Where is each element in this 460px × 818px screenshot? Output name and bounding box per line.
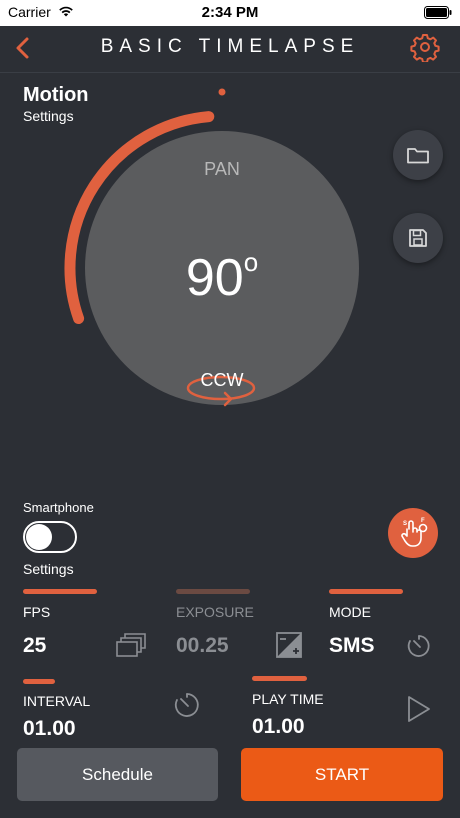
folder-icon bbox=[407, 148, 429, 164]
smartphone-label: Smartphone bbox=[23, 500, 94, 515]
play-icon[interactable] bbox=[406, 695, 432, 723]
status-bar: Carrier 2:34 PM bbox=[0, 0, 460, 26]
interval-label: INTERVAL bbox=[23, 693, 91, 709]
dial-angle-value: 90o bbox=[142, 246, 302, 308]
interval-timer-icon[interactable] bbox=[171, 689, 203, 721]
exposure-indicator bbox=[176, 589, 250, 594]
mode-value[interactable]: SMS bbox=[329, 634, 375, 658]
mode-label: MODE bbox=[329, 604, 371, 620]
degree-symbol: o bbox=[243, 246, 259, 277]
svg-text:S: S bbox=[403, 521, 407, 527]
exposure-icon[interactable] bbox=[276, 632, 302, 658]
touch-hand-icon: S F bbox=[401, 518, 428, 547]
mode-indicator bbox=[329, 589, 403, 594]
toggle-knob bbox=[26, 524, 52, 550]
direction-label[interactable]: CCW bbox=[142, 370, 302, 391]
smartphone-toggle[interactable] bbox=[23, 521, 77, 553]
playtime-indicator bbox=[252, 676, 307, 681]
interval-indicator bbox=[23, 679, 55, 684]
frames-stack-icon[interactable] bbox=[116, 633, 148, 659]
save-preset-button[interactable] bbox=[393, 213, 443, 263]
dial-origin-dot bbox=[218, 88, 226, 96]
svg-text:F: F bbox=[421, 518, 425, 524]
mode-timer-icon[interactable] bbox=[405, 632, 433, 660]
open-preset-button[interactable] bbox=[393, 130, 443, 180]
exposure-value[interactable]: 00.25 bbox=[176, 634, 229, 658]
status-time: 2:34 PM bbox=[201, 4, 259, 21]
playtime-value[interactable]: 01.00 bbox=[252, 715, 305, 739]
fps-value[interactable]: 25 bbox=[23, 634, 46, 658]
smartphone-settings-label: Settings bbox=[23, 561, 74, 577]
interval-value[interactable]: 01.00 bbox=[23, 717, 76, 741]
exposure-label: EXPOSURE bbox=[176, 604, 254, 620]
start-focus-touch-button[interactable]: S F bbox=[388, 508, 438, 558]
dial-axis-label: PAN bbox=[204, 159, 240, 179]
start-button[interactable]: START bbox=[241, 748, 443, 801]
save-icon bbox=[409, 229, 427, 247]
page-title: BASIC TIMELAPSE bbox=[100, 36, 360, 57]
navigation-bar: BASIC TIMELAPSE bbox=[0, 26, 460, 73]
battery-icon bbox=[424, 6, 452, 19]
gear-icon[interactable] bbox=[410, 32, 440, 62]
fps-indicator bbox=[23, 589, 97, 594]
angle-number: 90 bbox=[185, 249, 244, 307]
fps-label: FPS bbox=[23, 604, 51, 620]
playtime-label: PLAY TIME bbox=[252, 691, 324, 707]
schedule-button[interactable]: Schedule bbox=[17, 748, 218, 801]
